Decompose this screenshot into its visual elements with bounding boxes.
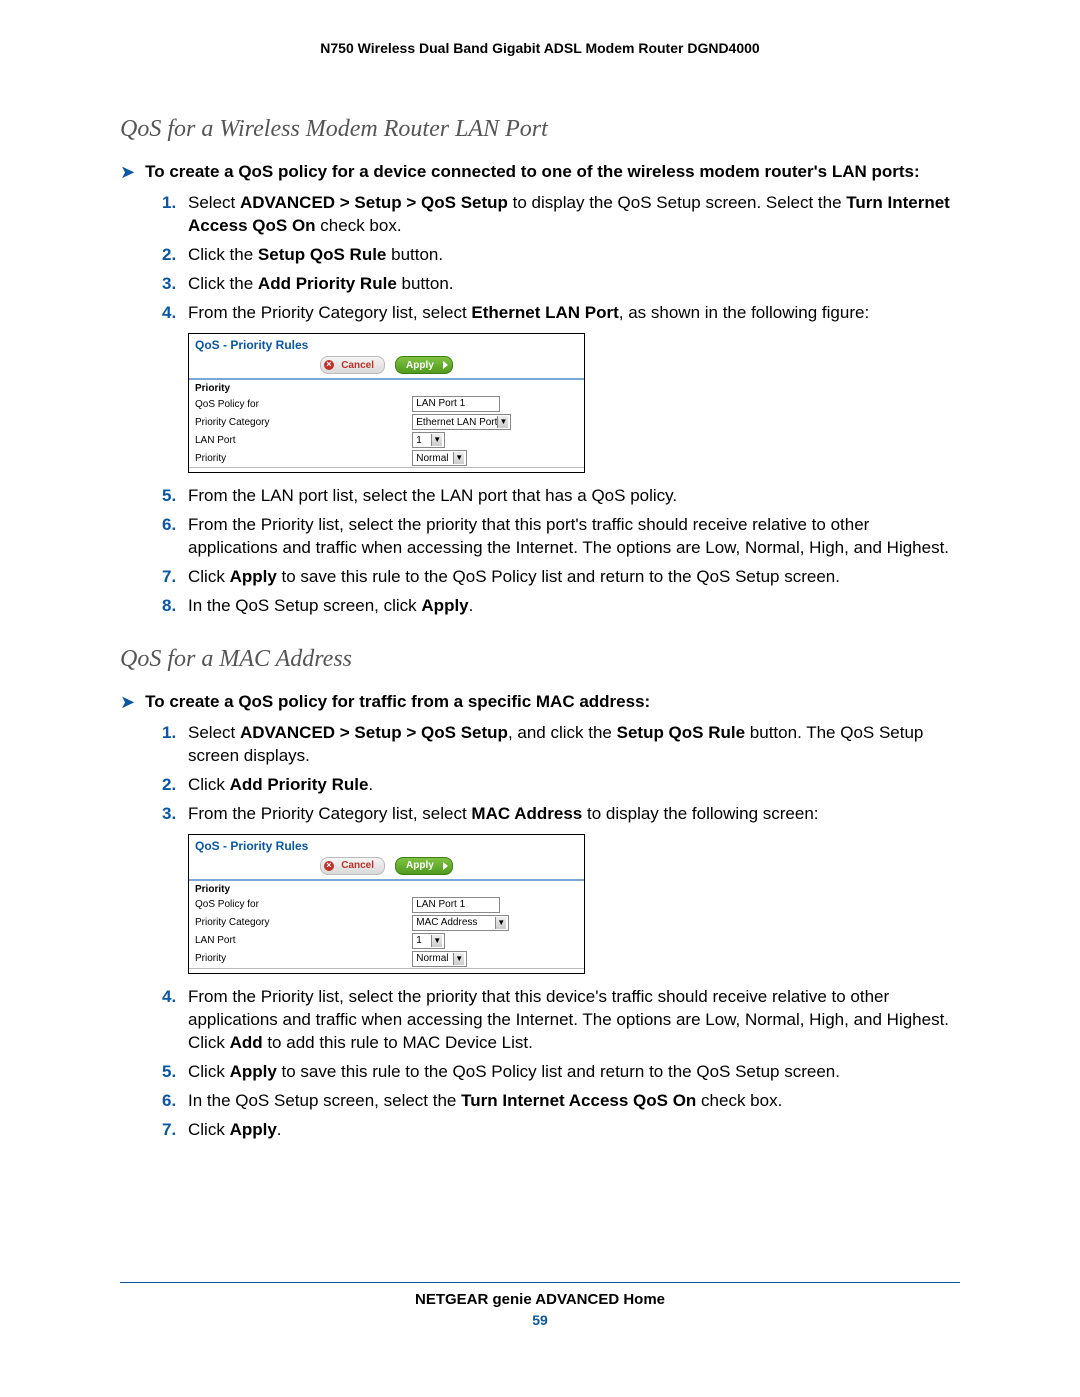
step-number: 3.	[162, 803, 188, 826]
step-text: Click the Setup QoS Rule button.	[188, 244, 960, 267]
arrow-icon: ➤	[120, 691, 135, 714]
step-text: Click Apply.	[188, 1119, 960, 1142]
step-number: 6.	[162, 514, 188, 537]
arrow-icon: ➤	[120, 161, 135, 184]
page-footer: NETGEAR genie ADVANCED Home 59	[120, 1282, 960, 1328]
section-title-lan-port: QoS for a Wireless Modem Router LAN Port	[120, 116, 960, 143]
step-number: 6.	[162, 1090, 188, 1113]
apply-button[interactable]: Apply	[395, 356, 453, 374]
row-label: Priority Category	[189, 914, 406, 932]
step-text: Select ADVANCED > Setup > QoS Setup to d…	[188, 192, 960, 238]
steps-list-lan-cont: 5. From the LAN port list, select the LA…	[162, 485, 960, 618]
intro-text: To create a QoS policy for traffic from …	[145, 691, 650, 714]
screenshot-qos-mac: QoS - Priority Rules ×Cancel Apply Prior…	[188, 834, 585, 974]
priority-header: Priority	[189, 881, 584, 896]
steps-list-mac-cont: 4. From the Priority list, select the pr…	[162, 986, 960, 1142]
chevron-down-icon: ▼	[431, 434, 442, 446]
chevron-down-icon: ▼	[495, 917, 506, 929]
step-number: 4.	[162, 986, 188, 1009]
panel-title: QoS - Priority Rules	[189, 835, 584, 855]
panel-title: QoS - Priority Rules	[189, 334, 584, 354]
chevron-down-icon: ▼	[453, 953, 464, 965]
chevron-down-icon: ▼	[453, 452, 464, 464]
close-icon: ×	[326, 860, 331, 870]
priority-select[interactable]: Normal▼	[412, 450, 467, 466]
intro-text: To create a QoS policy for a device conn…	[145, 161, 920, 184]
row-label: Priority	[189, 449, 406, 467]
step-text: Click Apply to save this rule to the QoS…	[188, 1061, 960, 1084]
section-title-mac: QoS for a MAC Address	[120, 646, 960, 673]
screenshot-qos-lan: QoS - Priority Rules ×Cancel Apply Prior…	[188, 333, 585, 473]
step-number: 2.	[162, 774, 188, 797]
cancel-button[interactable]: ×Cancel	[320, 356, 385, 374]
cancel-button[interactable]: ×Cancel	[320, 857, 385, 875]
step-text: In the QoS Setup screen, click Apply.	[188, 595, 960, 618]
step-text: From the Priority Category list, select …	[188, 302, 960, 325]
row-label: Priority Category	[189, 413, 406, 431]
lan-port-select[interactable]: 1▼	[412, 933, 445, 949]
row-label: Priority	[189, 950, 406, 968]
priority-header: Priority	[189, 380, 584, 395]
footer-title: NETGEAR genie ADVANCED Home	[120, 1291, 960, 1308]
lan-port-select[interactable]: 1▼	[412, 432, 445, 448]
priority-category-select[interactable]: MAC Address▼	[412, 915, 509, 931]
step-text: Click Add Priority Rule.	[188, 774, 960, 797]
row-label: QoS Policy for	[189, 896, 406, 914]
chevron-down-icon: ▼	[431, 935, 442, 947]
step-text: From the Priority list, select the prior…	[188, 514, 960, 560]
step-text: From the LAN port list, select the LAN p…	[188, 485, 960, 508]
row-label: QoS Policy for	[189, 395, 406, 413]
step-number: 3.	[162, 273, 188, 296]
step-text: From the Priority Category list, select …	[188, 803, 960, 826]
row-label: LAN Port	[189, 431, 406, 449]
step-number: 5.	[162, 485, 188, 508]
step-number: 7.	[162, 1119, 188, 1142]
step-text: Select ADVANCED > Setup > QoS Setup, and…	[188, 722, 960, 768]
step-text: Click the Add Priority Rule button.	[188, 273, 960, 296]
step-number: 5.	[162, 1061, 188, 1084]
chevron-down-icon: ▼	[497, 416, 508, 428]
step-text: From the Priority list, select the prior…	[188, 986, 960, 1055]
steps-list-lan: 1. Select ADVANCED > Setup > QoS Setup t…	[162, 192, 960, 325]
priority-category-select[interactable]: Ethernet LAN Port▼	[412, 414, 511, 430]
apply-button[interactable]: Apply	[395, 857, 453, 875]
footer-page-number: 59	[120, 1312, 960, 1328]
document-header: N750 Wireless Dual Band Gigabit ADSL Mod…	[120, 40, 960, 56]
step-text: In the QoS Setup screen, select the Turn…	[188, 1090, 960, 1113]
step-number: 1.	[162, 192, 188, 215]
step-number: 2.	[162, 244, 188, 267]
step-text: Click Apply to save this rule to the QoS…	[188, 566, 960, 589]
step-number: 4.	[162, 302, 188, 325]
qos-policy-for-input[interactable]: LAN Port 1	[412, 396, 500, 412]
steps-list-mac: 1. Select ADVANCED > Setup > QoS Setup, …	[162, 722, 960, 826]
close-icon: ×	[326, 359, 331, 369]
qos-policy-for-input[interactable]: LAN Port 1	[412, 897, 500, 913]
procedure-intro-mac: ➤ To create a QoS policy for traffic fro…	[120, 691, 960, 714]
row-label: LAN Port	[189, 932, 406, 950]
step-number: 8.	[162, 595, 188, 618]
priority-select[interactable]: Normal▼	[412, 951, 467, 967]
step-number: 1.	[162, 722, 188, 745]
step-number: 7.	[162, 566, 188, 589]
procedure-intro-lan: ➤ To create a QoS policy for a device co…	[120, 161, 960, 184]
